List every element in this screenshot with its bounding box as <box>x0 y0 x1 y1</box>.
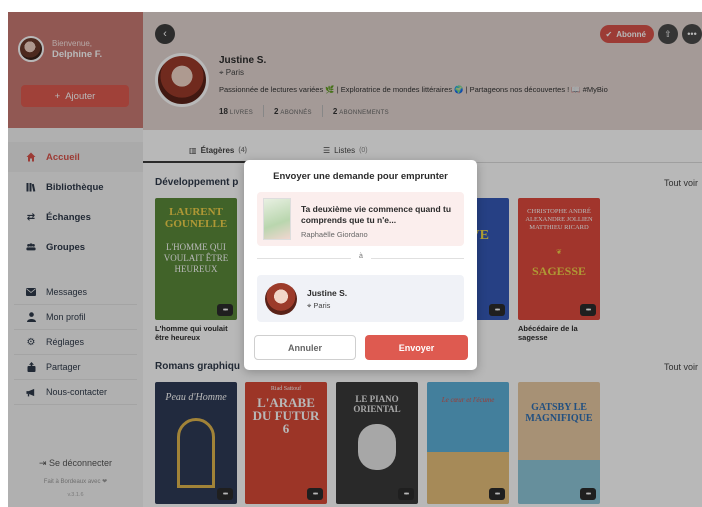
pin-icon: ⌖ <box>307 301 312 310</box>
app-root: Bienvenue, Delphine F. + Ajouter Accueil <box>0 0 702 507</box>
lender-avatar <box>265 283 297 315</box>
borrow-request-modal: Envoyer une demande pour emprunter Ta de… <box>244 160 477 370</box>
book-thumbnail <box>263 198 291 240</box>
modal-title: Envoyer une demande pour emprunter <box>273 171 448 182</box>
requested-book-author: Raphaëlle Giordano <box>301 230 368 239</box>
cancel-button[interactable]: Annuler <box>254 335 356 360</box>
to-label: à <box>351 253 371 260</box>
lender-location: ⌖ Paris <box>307 301 330 311</box>
lender-name: Justine S. <box>307 288 348 298</box>
app-window: Bienvenue, Delphine F. + Ajouter Accueil <box>8 12 702 507</box>
requested-book-title: Ta deuxième vie commence quand tu compre… <box>301 204 452 225</box>
requested-book-card: Ta deuxième vie commence quand tu compre… <box>257 192 464 246</box>
lender-city: Paris <box>313 301 331 310</box>
lender-card: Justine S. ⌖ Paris <box>257 275 464 322</box>
send-button[interactable]: Envoyer <box>365 335 468 360</box>
